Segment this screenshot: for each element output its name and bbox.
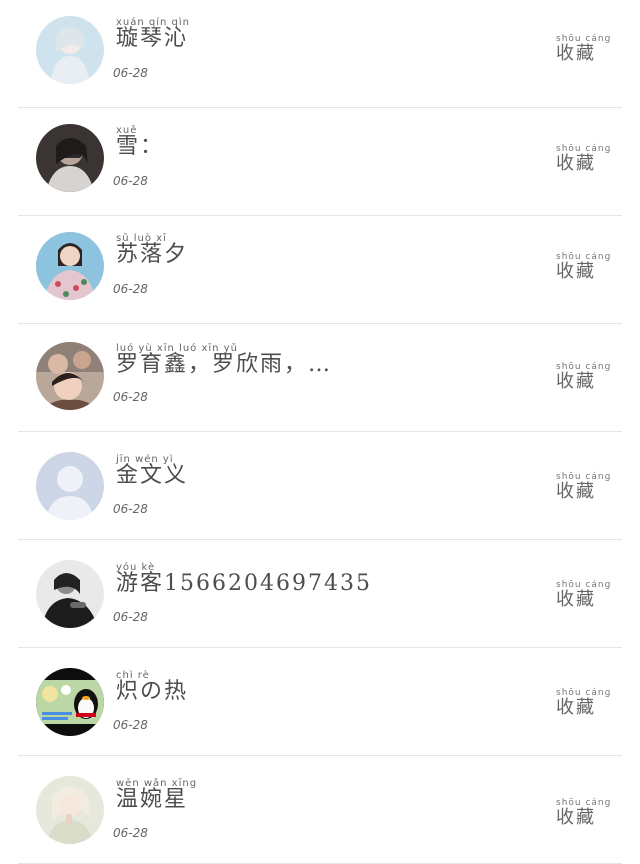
contact-name: 雪： <box>116 134 165 159</box>
favorite-label: 收藏 <box>556 43 596 64</box>
avatar[interactable] <box>36 16 104 84</box>
avatar-default-silhouette-icon <box>36 452 104 520</box>
favorite-label: 收藏 <box>556 261 596 282</box>
date-label: 06-28 <box>113 826 148 840</box>
favorites-list: xuán qín qìn 璇琴沁 06-28 shōu cáng 收藏 xuě … <box>0 0 640 864</box>
favorite-label: 收藏 <box>556 371 596 392</box>
contact-name: 温婉星 <box>116 787 189 812</box>
list-item[interactable]: sū luò xī 苏落夕 06-28 shōu cáng 收藏 <box>0 216 640 324</box>
avatar[interactable] <box>36 232 104 300</box>
favorite-label: 收藏 <box>556 153 596 174</box>
list-item[interactable]: jīn wén yì 金文义 06-28 shōu cáng 收藏 <box>0 432 640 540</box>
contact-name: 炽の热 <box>116 679 189 704</box>
contact-name: 金文义 <box>116 463 189 488</box>
list-item[interactable]: chì rè 炽の热 06-28 shōu cáng 收藏 <box>0 648 640 756</box>
date-label: 06-28 <box>113 390 148 404</box>
favorite-button[interactable]: shōu cáng 收藏 <box>556 688 610 718</box>
favorite-button[interactable]: shōu cáng 收藏 <box>556 798 610 828</box>
avatar[interactable] <box>36 776 104 844</box>
list-item[interactable]: wēn wǎn xīng 温婉星 06-28 shōu cáng 收藏 <box>0 756 640 864</box>
avatar[interactable] <box>36 452 104 520</box>
date-label: 06-28 <box>113 502 148 516</box>
avatar-photo-dark-icon <box>36 124 104 192</box>
avatar-photo-pale-icon <box>36 776 104 844</box>
list-item[interactable]: xuě 雪： 06-28 shōu cáng 收藏 <box>0 108 640 216</box>
favorite-button[interactable]: shōu cáng 收藏 <box>556 580 610 610</box>
favorite-label: 收藏 <box>556 807 596 828</box>
contact-name: 璇琴沁 <box>116 26 189 51</box>
avatar-photo-grayscale-icon <box>36 560 104 628</box>
date-label: 06-28 <box>113 718 148 732</box>
favorite-button[interactable]: shōu cáng 收藏 <box>556 144 610 174</box>
date-label: 06-28 <box>113 174 148 188</box>
contact-name: 游客1566204697435 <box>116 571 372 596</box>
favorite-label: 收藏 <box>556 697 596 718</box>
avatar-photo-light-icon <box>36 16 104 84</box>
date-label: 06-28 <box>113 610 148 624</box>
avatar[interactable] <box>36 124 104 192</box>
favorite-button[interactable]: shōu cáng 收藏 <box>556 252 610 282</box>
favorite-label: 收藏 <box>556 589 596 610</box>
list-item[interactable]: luó yù xīn luó xīn yǔ 罗育鑫，罗欣雨，… 06-28 sh… <box>0 324 640 432</box>
avatar[interactable] <box>36 342 104 410</box>
avatar[interactable] <box>36 560 104 628</box>
date-label: 06-28 <box>113 66 148 80</box>
list-item[interactable]: xuán qín qìn 璇琴沁 06-28 shōu cáng 收藏 <box>0 0 640 108</box>
date-label: 06-28 <box>113 282 148 296</box>
contact-name: 罗育鑫，罗欣雨，… <box>116 352 333 377</box>
list-item[interactable]: yóu kè 游客1566204697435 06-28 shōu cáng 收… <box>0 540 640 648</box>
favorite-button[interactable]: shōu cáng 收藏 <box>556 362 610 392</box>
favorite-button[interactable]: shōu cáng 收藏 <box>556 34 610 64</box>
avatar-photo-group-icon <box>36 342 104 410</box>
favorite-label: 收藏 <box>556 481 596 502</box>
avatar[interactable] <box>36 668 104 736</box>
avatar-penguin-qq-icon <box>36 668 104 736</box>
avatar-photo-girl-icon <box>36 232 104 300</box>
favorite-button[interactable]: shōu cáng 收藏 <box>556 472 610 502</box>
contact-name: 苏落夕 <box>116 242 189 267</box>
